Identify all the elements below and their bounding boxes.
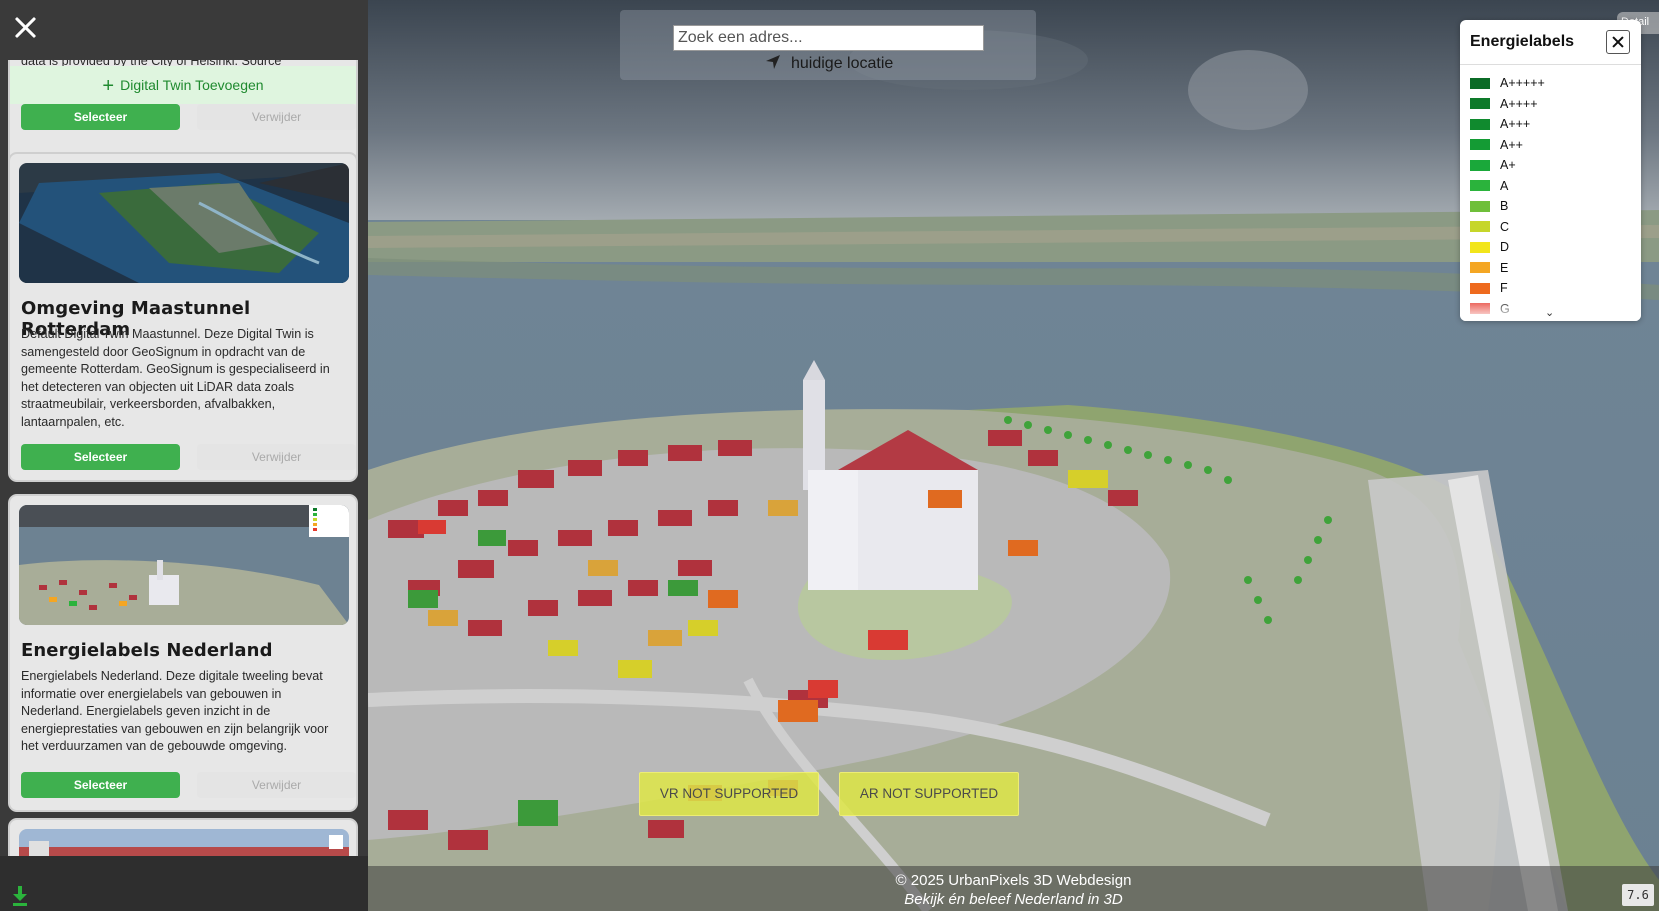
energy-label-legend: Energielabels A+++++ A++++ A+++ A++ A+ A B C D E F… xyxy=(1460,20,1641,321)
legend-label: A+ xyxy=(1500,158,1516,173)
legend-divider xyxy=(1460,64,1641,65)
legend-swatch xyxy=(1470,221,1490,233)
legend-item: A++++ xyxy=(1470,94,1630,115)
legend-item: B xyxy=(1470,196,1630,217)
digital-twin-card-list[interactable]: data is provided by the City of Helsinki… xyxy=(0,52,368,856)
legend-swatch xyxy=(1470,159,1490,171)
legend-item: A++ xyxy=(1470,135,1630,156)
legend-label: A++++ xyxy=(1500,96,1538,111)
sidebar-header xyxy=(0,0,368,60)
legend-swatch xyxy=(1470,262,1490,274)
legend-swatch xyxy=(1470,77,1490,89)
legend-item: E xyxy=(1470,258,1630,279)
select-button[interactable]: Selecteer xyxy=(21,772,180,798)
legend-label: B xyxy=(1500,199,1509,214)
card-thumbnail xyxy=(19,163,349,283)
address-search-input[interactable] xyxy=(673,25,984,51)
legend-item: A+ xyxy=(1470,155,1630,176)
legend-item: F xyxy=(1470,278,1630,299)
legend-swatch xyxy=(1470,241,1490,253)
sidebar-footer xyxy=(0,856,368,911)
legend-swatch xyxy=(1470,98,1490,110)
remove-button[interactable]: Verwijder xyxy=(197,104,356,130)
close-icon[interactable] xyxy=(1606,30,1630,54)
select-button[interactable]: Selecteer xyxy=(21,104,180,130)
card-thumbnail xyxy=(19,505,349,625)
legend-list[interactable]: A+++++A++++A+++A++A+ABCDEFG xyxy=(1470,73,1630,319)
add-digital-twin-button[interactable]: + Digital Twin Toevoegen xyxy=(10,66,356,104)
digital-twin-card: Energielabels Nederland Energielabels Ne… xyxy=(8,494,358,812)
tagline-text: Bekijk én beleef Nederland in 3D xyxy=(904,891,1123,908)
legend-label: A+++++ xyxy=(1500,76,1545,91)
legend-item: A+++++ xyxy=(1470,73,1630,94)
legend-label: D xyxy=(1500,240,1510,255)
card-description: Default Digital Twin Maastunnel. Deze Di… xyxy=(21,327,330,429)
legend-label: A xyxy=(1500,178,1509,193)
legend-item: D xyxy=(1470,237,1630,258)
credit-bar: © 2025 UrbanPixels 3D Webdesign Bekijk é… xyxy=(368,866,1659,911)
select-button[interactable]: Selecteer xyxy=(21,444,180,470)
legend-label: C xyxy=(1500,219,1510,234)
legend-swatch xyxy=(1470,118,1490,130)
legend-swatch xyxy=(1470,180,1490,192)
legend-swatch xyxy=(1470,139,1490,151)
remove-button[interactable]: Verwijder xyxy=(197,444,356,470)
legend-label: A++ xyxy=(1500,137,1523,152)
ar-button[interactable]: AR NOT SUPPORTED xyxy=(839,772,1019,816)
legend-label: F xyxy=(1500,281,1508,296)
address-search-panel: huidige locatie xyxy=(620,10,1036,80)
legend-item: C xyxy=(1470,217,1630,238)
card-title: Energielabels Nederland xyxy=(21,640,273,661)
legend-swatch xyxy=(1470,200,1490,212)
legend-title: Energielabels xyxy=(1470,33,1575,50)
current-location-button[interactable]: huidige locatie xyxy=(765,54,893,73)
legend-swatch xyxy=(1470,282,1490,294)
navigation-arrow-icon xyxy=(766,55,780,69)
digital-twin-card: Omgeving Maastunnel Rotterdam Default Di… xyxy=(8,152,358,482)
digital-twin-sidebar: data is provided by the City of Helsinki… xyxy=(0,0,368,911)
remove-button[interactable]: Verwijder xyxy=(197,772,356,798)
close-icon[interactable] xyxy=(10,12,40,42)
card-description: Energielabels Nederland. Deze digitale t… xyxy=(21,669,329,754)
vr-button[interactable]: VR NOT SUPPORTED xyxy=(639,772,819,816)
chevron-down-icon[interactable]: ⌄ xyxy=(1545,306,1554,319)
plus-icon: + xyxy=(102,75,115,97)
card-thumbnail xyxy=(19,829,349,856)
download-icon[interactable] xyxy=(12,886,28,906)
add-digital-twin-label: Digital Twin Toevoegen xyxy=(120,77,264,93)
legend-label: E xyxy=(1500,260,1509,275)
copyright-text: © 2025 UrbanPixels 3D Webdesign xyxy=(895,872,1132,889)
version-badge: 7.6 xyxy=(1622,884,1654,906)
current-location-label: huidige locatie xyxy=(791,55,894,72)
digital-twin-card xyxy=(8,818,358,856)
legend-item: A+++ xyxy=(1470,114,1630,135)
legend-item: A xyxy=(1470,176,1630,197)
legend-label: A+++ xyxy=(1500,117,1531,132)
